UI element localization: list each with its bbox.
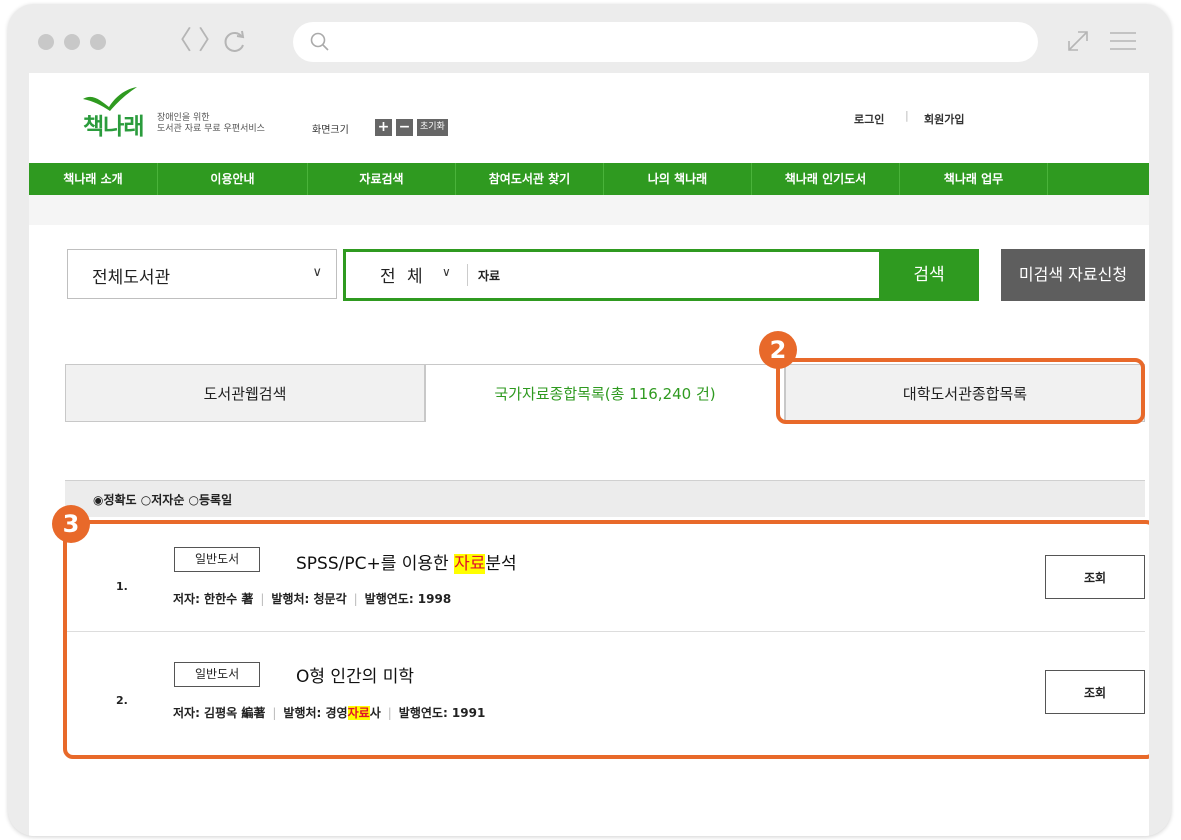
browser-window: 〈 〉 책나래 장애인을 위한 도서관 자료 무료 우편서비스 화면크기 + −… [8,4,1171,836]
sort-options[interactable]: ◉정확도 ○저자순 ○등록일 [93,491,232,508]
search-icon [310,32,329,51]
reload-icon[interactable] [222,29,248,55]
forward-arrow-icon[interactable]: 〉 [198,24,224,58]
browser-toolbar: 〈 〉 [8,4,1171,70]
login-link[interactable]: 로그인 [854,111,884,127]
library-select-value: 전체도서관 [92,268,171,288]
back-arrow-icon[interactable]: 〈 [166,24,192,58]
main-nav: 책나래 소개 이용안내 자료검색 참여도서관 찾기 나의 책나래 책나래 인기도… [29,163,1149,195]
zoom-reset-button[interactable]: 초기화 [417,119,448,136]
scope-select[interactable]: 전 체 [380,262,426,287]
chevron-down-icon: ∨ [312,265,322,280]
expand-icon[interactable] [1065,28,1091,54]
tab-library-web-search[interactable]: 도서관웹검색 [65,364,425,422]
nav-item-search[interactable]: 자료검색 [308,163,456,195]
search-divider [467,264,468,286]
nav-item-libraries[interactable]: 참여도서관 찾기 [456,163,604,195]
zoom-out-button[interactable]: − [396,119,413,136]
request-unfound-button[interactable]: 미검색 자료신청 [1001,249,1145,301]
annotation-badge-3: 3 [52,505,90,543]
header-separator: | [905,109,909,122]
search-input[interactable]: 자료 [478,267,500,284]
window-maximize-dot[interactable] [90,34,106,50]
library-select[interactable]: 전체도서관 ∨ [67,249,337,299]
tab-national-catalog[interactable]: 국가자료종합목록(총 116,240 건) [425,364,785,422]
chevron-down-icon: ∨ [442,265,451,279]
screen-size-label: 화면크기 [312,125,349,136]
page-viewport: 책나래 장애인을 위한 도서관 자료 무료 우편서비스 화면크기 + − 초기화… [29,73,1149,836]
annotation-badge-2: 2 [759,331,797,369]
address-bar[interactable] [293,22,1038,62]
logo-text[interactable]: 책나래 [83,107,144,141]
search-button[interactable]: 검색 [879,249,979,301]
signup-link[interactable]: 회원가입 [924,111,964,127]
annotation-highlight-results [63,520,1149,759]
zoom-in-button[interactable]: + [375,119,392,136]
tagline-line1: 장애인을 위한 [157,113,210,123]
nav-item-work[interactable]: 책나래 업무 [900,163,1048,195]
window-close-dot[interactable] [38,34,54,50]
tagline: 장애인을 위한 도서관 자료 무료 우편서비스 [157,113,265,135]
tagline-line2: 도서관 자료 무료 우편서비스 [157,124,265,134]
annotation-highlight-tab [776,358,1145,424]
nav-item-guide[interactable]: 이용안내 [158,163,308,195]
window-minimize-dot[interactable] [64,34,80,50]
nav-item-intro[interactable]: 책나래 소개 [29,163,158,195]
nav-item-my[interactable]: 나의 책나래 [604,163,752,195]
nav-item-popular[interactable]: 책나래 인기도서 [752,163,900,195]
menu-icon[interactable] [1108,28,1138,54]
search-box: 전 체 ∨ 자료 [343,249,885,301]
nav-spacer [29,195,1149,225]
site-header: 책나래 장애인을 위한 도서관 자료 무료 우편서비스 화면크기 + − 초기화… [29,73,1149,163]
sort-bar: ◉정확도 ○저자순 ○등록일 [65,480,1145,517]
